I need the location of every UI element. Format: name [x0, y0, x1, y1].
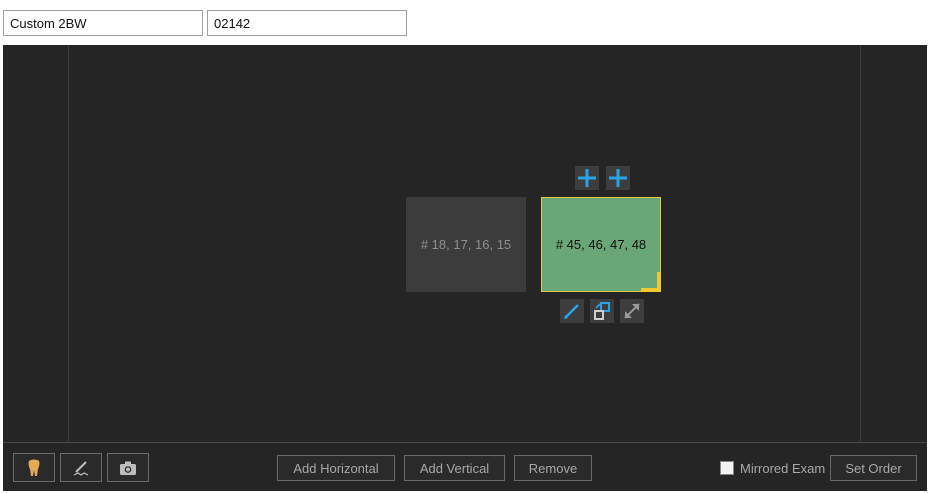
pencil-icon	[564, 304, 579, 319]
resize-handle[interactable]	[641, 272, 661, 292]
edit-slot-button[interactable]	[560, 299, 584, 323]
slot-label: # 18, 17, 16, 15	[420, 237, 512, 252]
add-horizontal-button[interactable]: Add Horizontal	[277, 455, 395, 481]
add-vertical-button[interactable]: Add Vertical	[404, 455, 505, 481]
image-slot-selected[interactable]: # 45, 46, 47, 48	[541, 197, 661, 292]
signature-icon	[73, 460, 89, 476]
canvas-guide-right	[860, 45, 861, 442]
expand-slot-button[interactable]	[620, 299, 644, 323]
layout-editor-canvas: # 18, 17, 16, 15 # 45, 46, 47, 48 Add Ho…	[3, 45, 927, 491]
signature-button[interactable]	[60, 453, 102, 482]
camera-icon	[120, 461, 136, 475]
slot-label: # 45, 46, 47, 48	[555, 237, 647, 252]
image-slot[interactable]: # 18, 17, 16, 15	[406, 197, 526, 292]
template-name-input[interactable]	[3, 10, 203, 36]
swap-slot-button[interactable]	[590, 299, 614, 323]
remove-button[interactable]: Remove	[514, 455, 592, 481]
mirrored-exam-label: Mirrored Exam	[740, 460, 826, 476]
window-edge	[929, 45, 938, 491]
add-slot-left-button[interactable]	[575, 166, 599, 190]
tooth-button[interactable]	[13, 453, 55, 482]
plus-icon	[578, 169, 596, 187]
checkbox-box[interactable]	[720, 461, 734, 475]
camera-button[interactable]	[107, 453, 149, 482]
plus-icon	[609, 169, 627, 187]
add-slot-right-button[interactable]	[606, 166, 630, 190]
swap-icon	[594, 302, 610, 320]
set-order-button[interactable]: Set Order	[830, 455, 917, 481]
mirrored-exam-checkbox[interactable]: Mirrored Exam	[720, 458, 825, 478]
template-code-input[interactable]	[207, 10, 407, 36]
tooth-icon	[28, 459, 40, 476]
toolbar-divider	[3, 442, 927, 443]
canvas-guide-left	[68, 45, 69, 442]
expand-icon	[624, 303, 640, 319]
